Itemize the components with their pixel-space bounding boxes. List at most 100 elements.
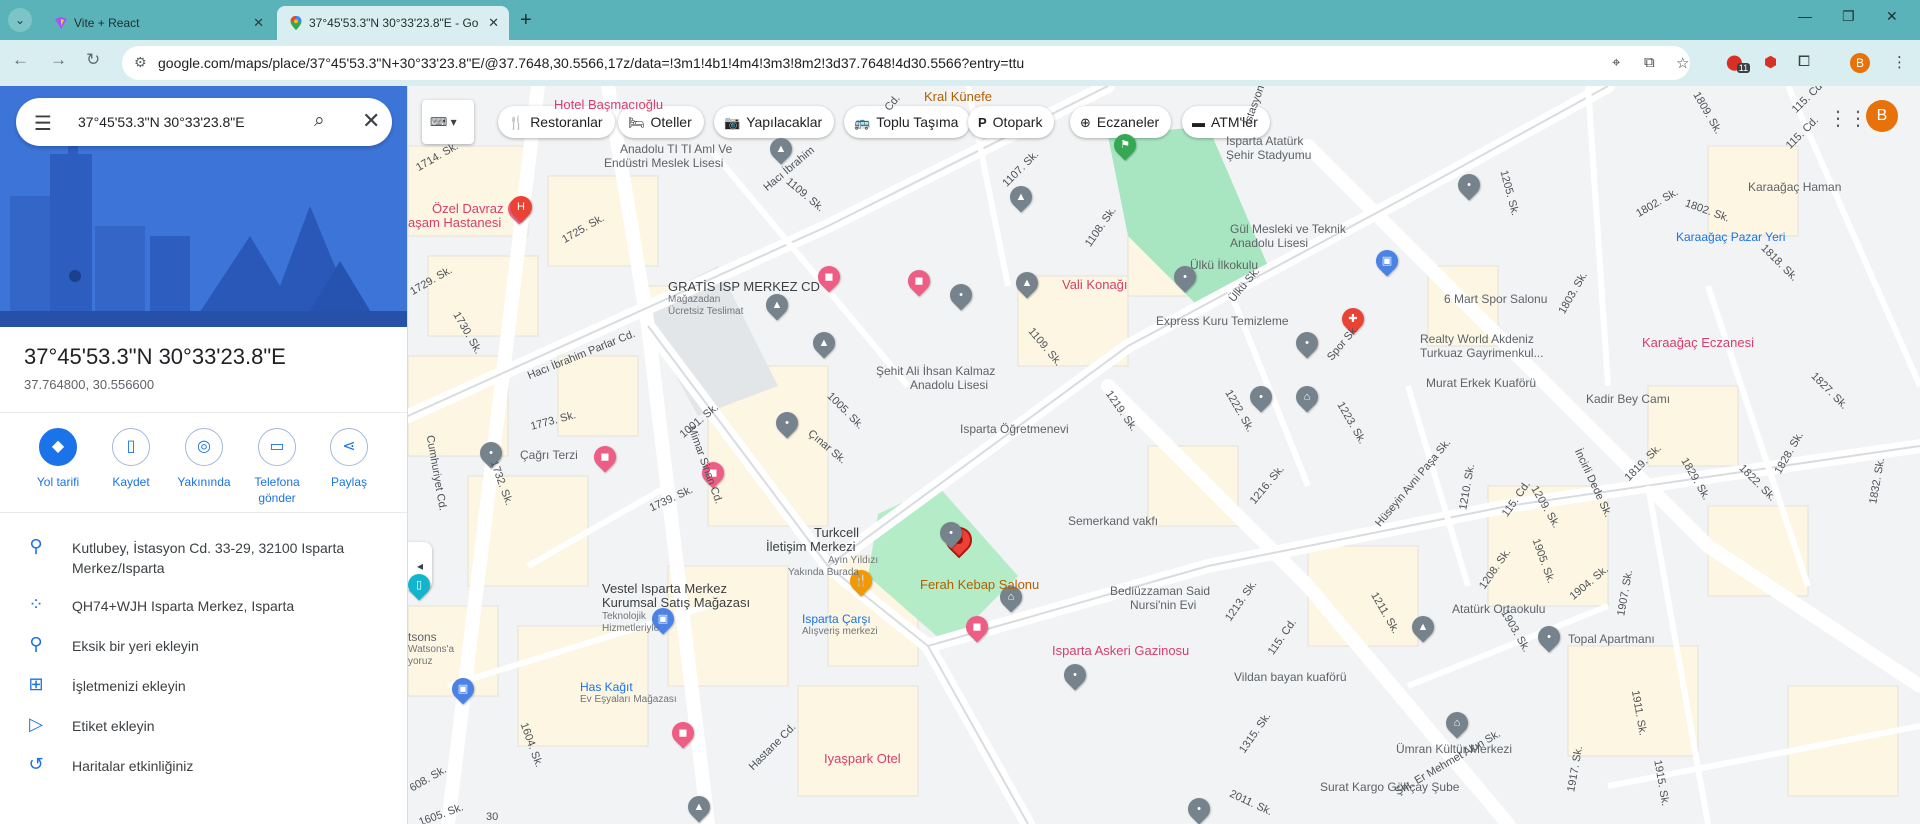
search-input[interactable]	[78, 110, 298, 134]
place-pin-icon[interactable]: •	[1533, 621, 1565, 653]
browser-tab-maps[interactable]: 37°45'53.3"N 30°33'23.8"E - Go ✕	[277, 6, 509, 40]
stadium-pin-icon[interactable]: ⚑	[1109, 129, 1141, 161]
chrome-menu-icon[interactable]: ⋮	[1892, 53, 1907, 71]
place-pin-icon[interactable]: •	[1291, 327, 1323, 359]
poi-label[interactable]: Has Kağıt	[580, 680, 633, 694]
minimize-icon[interactable]: —	[1798, 8, 1812, 24]
forward-icon[interactable]: →	[50, 50, 67, 70]
place-pin-icon[interactable]: •	[1183, 793, 1215, 824]
address-bar[interactable]: ⚙ google.com/maps/place/37°45'53.3"N+30°…	[122, 46, 1690, 80]
place-pin-icon[interactable]: •	[935, 517, 967, 549]
account-avatar[interactable]: B	[1866, 100, 1898, 132]
poi-label[interactable]: Karaağaç Eczanesi	[1642, 336, 1754, 350]
hotel-pin-icon[interactable]: ◼	[903, 265, 935, 297]
adblock-icon[interactable]: ⬢	[1764, 53, 1777, 71]
shop-pin-icon[interactable]: ◼	[961, 611, 993, 643]
poi-label[interactable]: Turkcell	[814, 526, 859, 540]
add-label-row[interactable]: ▷ Etiket ekleyin	[0, 714, 407, 738]
back-icon[interactable]: ←	[12, 50, 29, 70]
poi-label[interactable]: Kadir Bey Camı	[1586, 392, 1670, 406]
menu-icon[interactable]: ☰	[34, 111, 52, 136]
poi-label[interactable]: Kral Künefe	[924, 90, 992, 104]
poi-label[interactable]: Isparta Çarşı	[802, 612, 871, 626]
school-pin-icon[interactable]: ▲	[683, 791, 715, 823]
poi-label[interactable]: Şehit Ali İhsan Kalmaz	[876, 364, 995, 378]
poi-label[interactable]: Express Kuru Temizleme	[1156, 314, 1289, 328]
keyboard-shortcuts-button[interactable]: ⌨ ▾	[422, 100, 474, 144]
poi-label[interactable]: Karaağaç Haman	[1748, 180, 1841, 194]
poi-label[interactable]: Isparta Öğretmenevi	[960, 422, 1069, 436]
chip-things-to-do[interactable]: 📷 Yapılacaklar	[714, 106, 835, 138]
poi-label[interactable]: Isparta Askeri Gazinosu	[1052, 644, 1189, 658]
poi-label[interactable]: Gül Mesleki ve Teknik	[1230, 222, 1346, 236]
new-tab-button[interactable]: +	[520, 6, 532, 34]
poi-label[interactable]: Çağrı Terzi	[520, 448, 578, 462]
shop-pin-icon[interactable]: ◼	[589, 441, 621, 473]
browser-tab-vite[interactable]: Vite + React ✕	[42, 6, 274, 40]
poi-label[interactable]: Vildan bayan kuaförü	[1234, 670, 1347, 684]
close-window-icon[interactable]: ✕	[1886, 8, 1898, 25]
school-pin-icon[interactable]: ▲	[761, 289, 793, 321]
shop-pin-icon[interactable]: ▣	[447, 673, 479, 705]
place-pin-icon[interactable]: •	[1453, 169, 1485, 201]
close-icon[interactable]: ✕	[362, 108, 380, 134]
poi-label[interactable]: Vali Konağı	[1062, 278, 1128, 292]
reload-icon[interactable]: ↻	[86, 50, 100, 70]
bookmark-star-icon[interactable]: ☆	[1676, 54, 1689, 72]
poi-label[interactable]: Hotel Başmacıoğlu	[554, 98, 663, 112]
poi-label[interactable]: Topal Apartmanı	[1568, 632, 1655, 646]
restore-icon[interactable]: ❐	[1842, 8, 1855, 25]
place-pin-icon[interactable]: •	[771, 407, 803, 439]
search-icon[interactable]: ⌕	[314, 110, 325, 132]
poi-label[interactable]: Murat Erkek Kuaförü	[1426, 376, 1536, 390]
site-info-icon[interactable]: ⚙	[134, 54, 147, 71]
install-app-icon[interactable]: ⧉	[1644, 54, 1655, 71]
poi-label[interactable]: Ferah Kebap Salonu	[920, 578, 1039, 592]
share-button[interactable]: ⋖ Paylaş	[313, 428, 385, 490]
send-to-phone-button[interactable]: ▭ Telefona gönder	[241, 428, 313, 506]
mosque-pin-icon[interactable]: ⌂	[1291, 381, 1323, 413]
poi-label[interactable]: Anadolu TI TI Aml Ve	[620, 142, 732, 156]
add-missing-place-row[interactable]: ⚲ Eksik bir yeri ekleyin	[0, 634, 407, 658]
poi-label[interactable]: Semerkand vakfı	[1068, 514, 1158, 528]
market-pin-icon[interactable]: ▣	[1371, 245, 1403, 277]
chip-transit[interactable]: 🚌 Toplu Taşıma	[844, 106, 971, 138]
add-business-row[interactable]: ⊞ İşletmenizi ekleyin	[0, 674, 407, 698]
poi-label[interactable]: Isparta Atatürk	[1226, 134, 1303, 148]
map-canvas[interactable]: ⌨ ▾ 🍴 Restoranlar 🛏 Oteller 📷 Yapılacaklar …	[408, 86, 1920, 824]
school-pin-icon[interactable]: ▲	[1407, 611, 1439, 643]
poi-label[interactable]: Endüstri Meslek Lisesi	[604, 156, 723, 170]
poi-label[interactable]: aşam Hastanesi	[408, 216, 501, 230]
salon-pin-icon[interactable]: •	[1059, 659, 1091, 691]
save-button[interactable]: ▯ Kaydet	[95, 428, 167, 490]
hotel-pin-icon[interactable]: ◼	[667, 717, 699, 749]
location-icon[interactable]: ⌖	[1612, 54, 1620, 71]
poi-label[interactable]: Özel Davraz	[432, 202, 504, 216]
place-pin-icon[interactable]: •	[1245, 381, 1277, 413]
directions-button[interactable]: ◆ Yol tarifi	[22, 428, 94, 490]
extension-icon[interactable]: ⬤11	[1726, 53, 1756, 73]
chip-parking[interactable]: P Otopark	[968, 106, 1055, 138]
poi-label[interactable]: tsons	[408, 630, 437, 644]
hospital-pin-icon[interactable]: H	[505, 191, 537, 223]
close-tab-icon[interactable]: ✕	[488, 6, 499, 40]
poi-label[interactable]: Vestel Isparta Merkez	[602, 582, 727, 596]
tab-search-button[interactable]: ⌄	[8, 8, 32, 32]
extensions-puzzle-icon[interactable]: ⧠	[1798, 53, 1810, 70]
nearby-button[interactable]: ◎ Yakınında	[168, 428, 240, 490]
poi-label[interactable]: Bediüzzaman Said	[1110, 584, 1210, 598]
address-row[interactable]: ⚲ Kutlubey, İstasyon Cd. 33-29, 32100 Is…	[0, 536, 407, 576]
poi-label[interactable]: GRATİS ISP MERKEZ CD	[668, 280, 820, 294]
school-pin-icon[interactable]: ▲	[1011, 267, 1043, 299]
chrome-profile-avatar[interactable]: B	[1850, 53, 1870, 73]
poi-label[interactable]: Realty World Akdeniz	[1420, 332, 1534, 346]
museum-pin-icon[interactable]: ⌂	[1441, 707, 1473, 739]
poi-label[interactable]: 6 Mart Spor Salonu	[1444, 292, 1547, 306]
close-tab-icon[interactable]: ✕	[253, 6, 264, 40]
place-pin-icon[interactable]: •	[945, 279, 977, 311]
poi-label[interactable]: Iyaşpark Otel	[824, 752, 901, 766]
plus-code-row[interactable]: ⁘ QH74+WJH Isparta Merkez, Isparta	[0, 594, 407, 618]
school-pin-icon[interactable]: ▲	[808, 327, 840, 359]
poi-label[interactable]: Surat Kargo Gökçay Şube	[1320, 780, 1459, 794]
maps-activity-row[interactable]: ↺ Haritalar etkinliğiniz	[0, 754, 407, 778]
